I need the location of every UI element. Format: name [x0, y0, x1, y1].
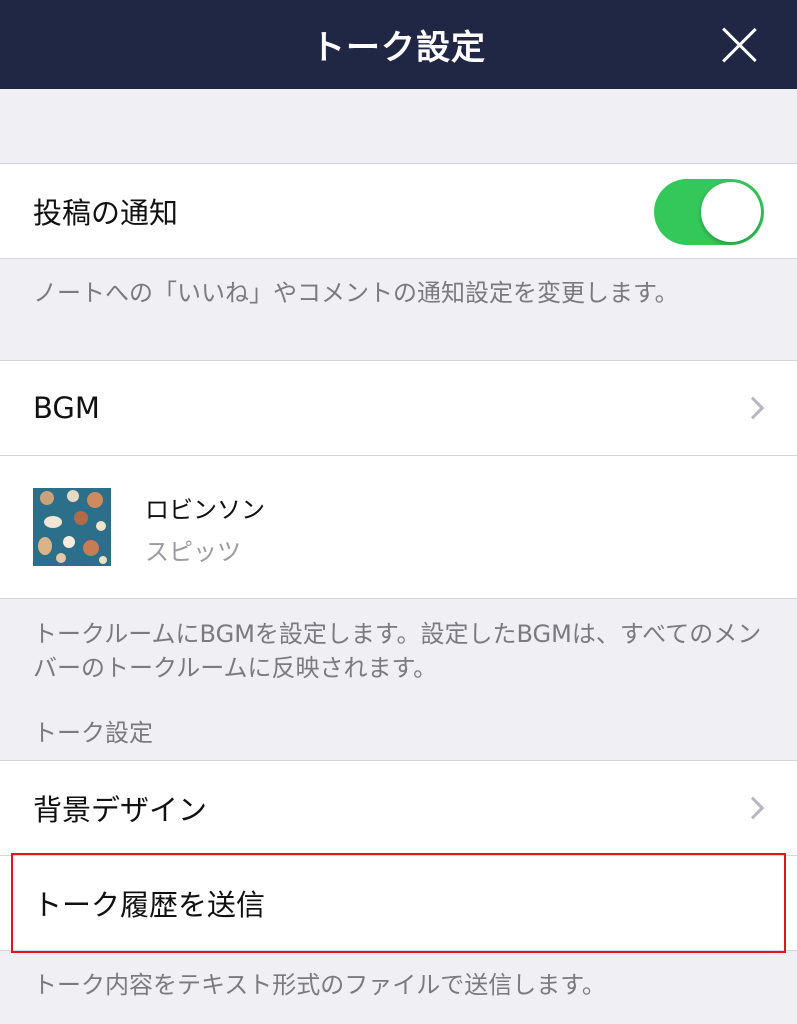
bgm-label: BGM: [33, 391, 100, 425]
track-title: ロビンソン: [145, 496, 265, 524]
album-art-image: [33, 488, 111, 566]
page-title: トーク設定: [311, 28, 486, 68]
post-notification-note: ノートへの「いいね」やコメントの通知設定を変更します。: [33, 279, 679, 307]
section-header-talk: トーク設定: [33, 719, 153, 747]
close-icon[interactable]: [719, 25, 759, 65]
post-notification-toggle[interactable]: [654, 179, 764, 245]
divider: [0, 258, 797, 259]
post-notification-label: 投稿の通知: [33, 196, 179, 230]
header-bar: トーク設定: [0, 0, 797, 89]
post-notification-row: 投稿の通知: [0, 164, 797, 258]
divider: [0, 598, 797, 599]
bgm-note: トークルームにBGMを設定します。設定したBGMは、すべてのメンバーのトークルー…: [33, 620, 762, 682]
background-design-label: 背景デザイン: [33, 793, 208, 827]
chevron-right-icon: [741, 796, 765, 820]
background-design-row[interactable]: 背景デザイン: [0, 761, 797, 855]
highlight-box: [11, 853, 786, 953]
bgm-row[interactable]: BGM: [0, 361, 797, 455]
bgm-track-row[interactable]: ロビンソン スピッツ: [0, 456, 797, 598]
toggle-knob: [701, 182, 761, 242]
chevron-right-icon: [741, 396, 765, 420]
send-history-note: トーク内容をテキスト形式のファイルで送信します。: [33, 971, 606, 999]
track-artist: スピッツ: [145, 538, 241, 566]
